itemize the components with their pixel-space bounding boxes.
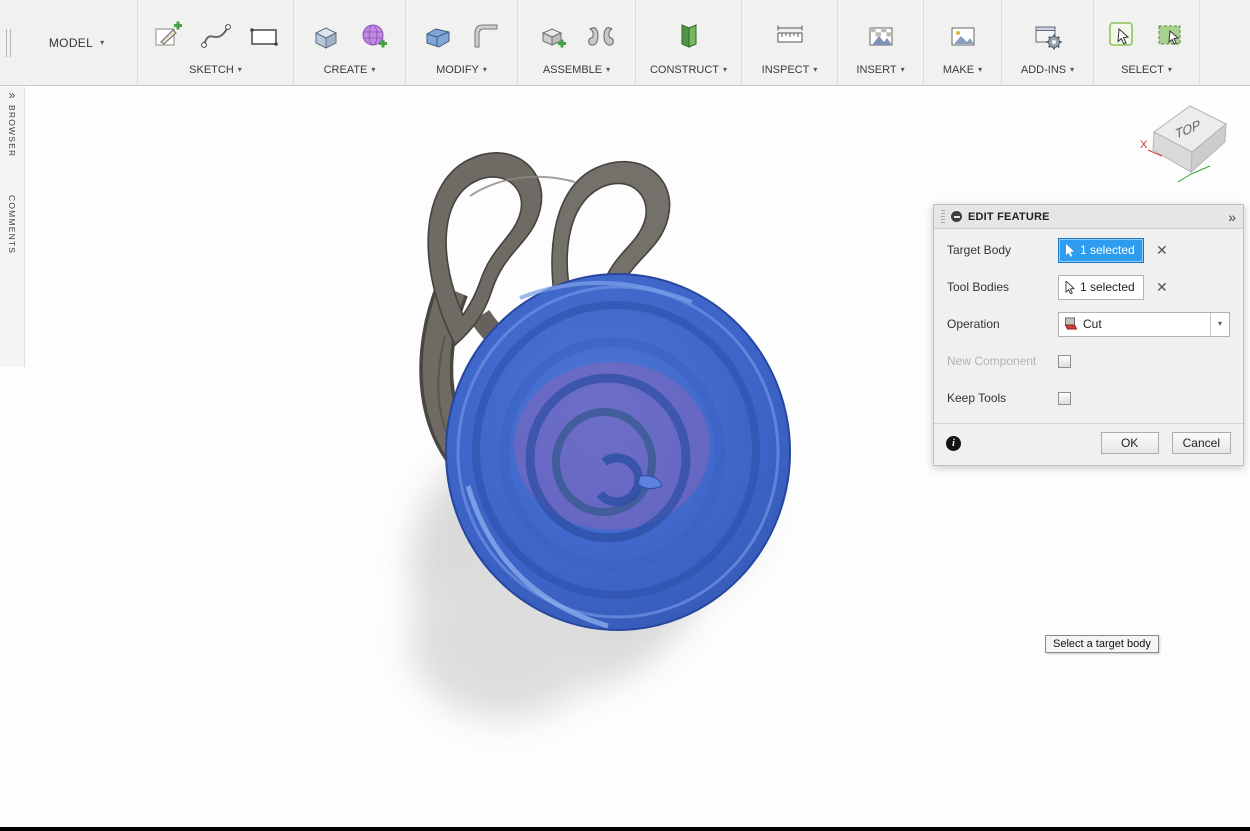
toolbar-group-select: SELECT ▾ [1094,0,1200,85]
chevron-down-icon: ▾ [813,66,817,74]
y-axis-line-2 [1178,174,1191,182]
fillet-icon[interactable] [469,19,503,53]
new-component-checkbox[interactable] [1058,355,1071,368]
new-component-row: New Component [947,347,1230,375]
workspace-switcher[interactable]: MODEL ▾ [16,0,138,85]
new-component-icon[interactable] [536,19,570,53]
toolbar-group-sketch: SKETCH ▾ [138,0,294,85]
tool-bodies-clear-icon[interactable]: ✕ [1156,280,1168,294]
insert-menu[interactable]: INSERT ▾ [844,64,917,76]
target-body-clear-icon[interactable]: ✕ [1156,243,1168,257]
window-select-icon[interactable] [1154,19,1188,53]
chevron-down-icon: ▾ [100,39,104,47]
make-menu[interactable]: MAKE ▾ [930,64,995,76]
toolbar-group-inspect: INSPECT ▾ [742,0,838,85]
sketch-menu[interactable]: SKETCH ▾ [144,64,287,76]
toolbar-group-make: MAKE ▾ [924,0,1002,85]
modify-menu[interactable]: MODIFY ▾ [412,64,511,76]
dialog-drag-grip[interactable] [941,210,945,224]
cut-operation-icon [1063,316,1079,332]
operation-value: Cut [1083,317,1210,331]
timeline-bar [0,827,1250,831]
dialog-footer: i OK Cancel [934,423,1243,465]
dialog-header: EDIT FEATURE » [934,205,1243,229]
chevron-down-icon: ▾ [1218,320,1222,328]
dropdown-arrow[interactable]: ▾ [1210,313,1229,336]
chevron-down-icon: ▾ [606,66,610,74]
keep-tools-checkbox[interactable] [1058,392,1071,405]
dialog-body: Target Body 1 selected ✕ Tool Bodies 1 s… [934,229,1243,423]
cancel-button[interactable]: Cancel [1172,432,1231,454]
ok-button[interactable]: OK [1101,432,1159,454]
target-body-label: Target Body [947,243,1058,257]
select-cursor-icon[interactable] [1106,19,1140,53]
info-icon[interactable]: i [946,436,961,451]
addins-menu[interactable]: ADD-INS ▾ [1008,64,1087,76]
assemble-menu[interactable]: ASSEMBLE ▾ [524,64,629,76]
chevron-down-icon: ▾ [723,66,727,74]
collapse-dialog-icon[interactable]: » [1228,212,1236,222]
chevron-down-icon: ▾ [238,66,242,74]
toolbar-group-create: CREATE ▾ [294,0,406,85]
target-body-selection-button[interactable]: 1 selected [1058,238,1144,263]
inspect-menu[interactable]: INSPECT ▾ [748,64,831,76]
viewcube-x-axis-label: X [1140,139,1148,151]
toolbar-group-assemble: ASSEMBLE ▾ [518,0,636,85]
cursor-icon [1065,281,1075,294]
viewcube[interactable]: TOP X [1138,92,1238,197]
dialog-title: EDIT FEATURE [968,211,1222,223]
insert-canvas-icon[interactable] [864,19,898,53]
create-menu[interactable]: CREATE ▾ [300,64,399,76]
construction-plane-icon[interactable] [672,19,706,53]
new-component-label: New Component [947,354,1058,368]
chevron-down-icon: ▾ [371,66,375,74]
operation-label: Operation [947,317,1058,331]
chevron-down-icon: ▾ [901,66,905,74]
operation-row: Operation Cut ▾ [947,310,1230,338]
spline-icon[interactable] [199,19,233,53]
tool-bodies-selection-button[interactable]: 1 selected [1058,275,1144,300]
create-sketch-icon[interactable] [151,19,185,53]
select-menu[interactable]: SELECT ▾ [1100,64,1193,76]
grip-icon [6,29,11,57]
prompt-tooltip: Select a target body [1045,635,1159,653]
make-icon[interactable] [946,19,980,53]
operation-dropdown[interactable]: Cut ▾ [1058,312,1230,337]
measure-icon[interactable] [773,19,807,53]
toolbar-group-insert: INSERT ▾ [838,0,924,85]
workspace-label: MODEL [49,36,93,50]
toolbar-grip[interactable] [0,0,16,85]
chevron-down-icon: ▾ [1070,66,1074,74]
rectangle-icon[interactable] [247,19,281,53]
keep-tools-row: Keep Tools [947,384,1230,412]
tool-bodies-label: Tool Bodies [947,280,1058,294]
extrude-icon[interactable] [309,19,343,53]
fusion-window: MODEL ▾ SKETCH ▾ [0,0,1250,831]
cursor-icon [1065,244,1075,257]
construct-menu[interactable]: CONSTRUCT ▾ [642,64,735,76]
create-form-icon[interactable] [357,19,391,53]
chevron-down-icon: ▾ [483,66,487,74]
keep-tools-label: Keep Tools [947,391,1058,405]
target-body-row: Target Body 1 selected ✕ [947,236,1230,264]
feature-icon [951,211,962,222]
blue-body-selected[interactable] [446,274,790,630]
joint-icon[interactable] [584,19,618,53]
edit-feature-dialog: EDIT FEATURE » Target Body 1 selected ✕ … [933,204,1244,466]
toolbar-group-modify: MODIFY ▾ [406,0,518,85]
toolbar-group-construct: CONSTRUCT ▾ [636,0,742,85]
addins-scripts-icon[interactable] [1031,19,1065,53]
main-toolbar: MODEL ▾ SKETCH ▾ [0,0,1250,86]
chevron-down-icon: ▾ [978,66,982,74]
chevron-down-icon: ▾ [1168,66,1172,74]
tool-bodies-row: Tool Bodies 1 selected ✕ [947,273,1230,301]
press-pull-icon[interactable] [421,19,455,53]
toolbar-group-addins: ADD-INS ▾ [1002,0,1094,85]
